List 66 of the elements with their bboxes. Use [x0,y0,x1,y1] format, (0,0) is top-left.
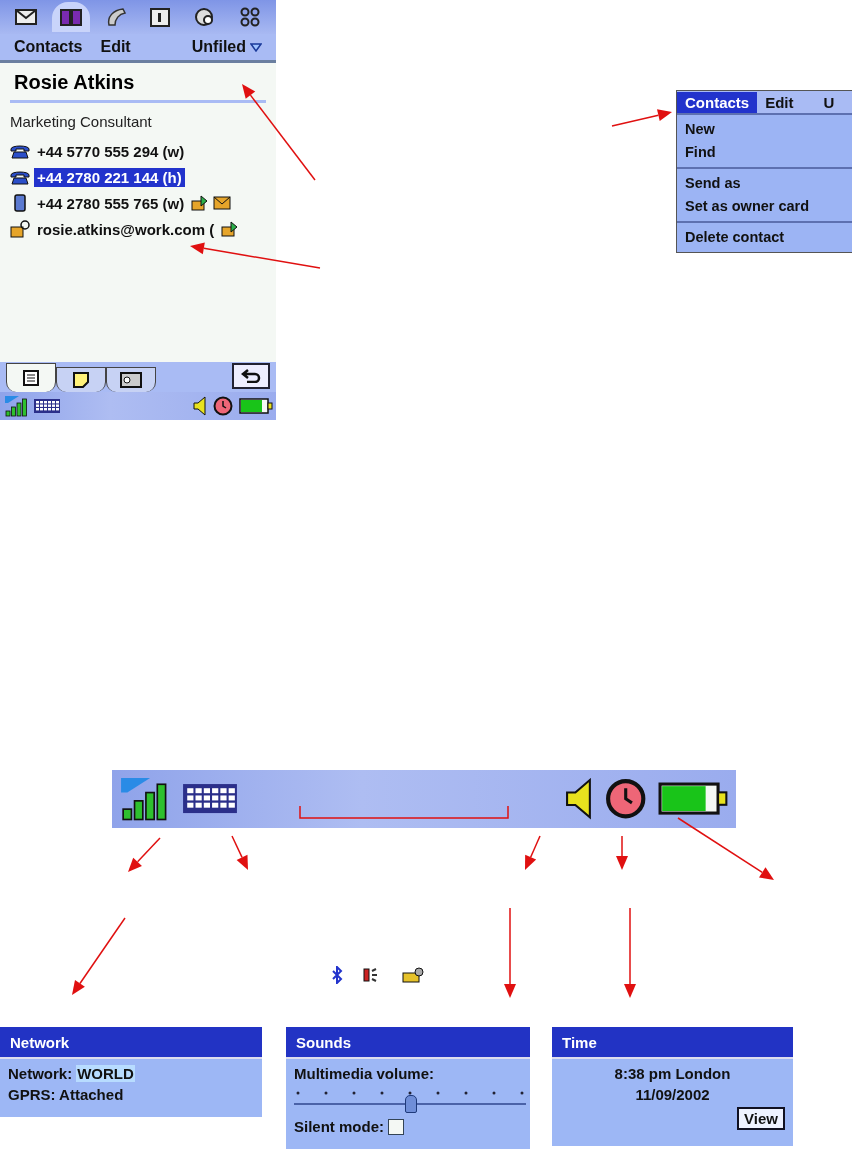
clock-icon [605,778,647,820]
view-tab[interactable] [56,367,106,392]
contact-detail[interactable]: +44 2780 221 144 (h) [34,167,185,187]
arrow [611,109,672,127]
envelope-icon [15,9,38,25]
view-tab[interactable] [6,363,56,392]
app-tab[interactable] [52,2,90,32]
back-arrow-icon [241,369,261,383]
book-icon [60,8,82,26]
folder-dropdown[interactable]: Unfiled [191,38,262,56]
silent-mode-label: Silent mode: [294,1118,384,1135]
clock-icon [212,396,233,416]
menu-title[interactable]: U [815,91,843,113]
arrow [525,835,541,870]
signal-icon [3,395,28,417]
menu-item[interactable]: Set as owner card [685,195,845,218]
panel-title: Network [0,1027,262,1059]
menu-title[interactable]: Edit [757,91,802,113]
speaker-icon [193,396,208,416]
silent-mode-checkbox[interactable] [388,1118,404,1135]
card-icon [120,372,142,388]
network-value: WORLD [76,1065,135,1082]
send-icon [191,195,210,211]
signal-icon [119,776,169,822]
arrow [231,835,248,870]
telephone-icon [10,169,30,185]
calendar-icon [150,7,171,27]
menu-item[interactable]: Delete contact [685,226,845,249]
battery-icon [238,398,273,414]
bluetooth-icon [330,966,344,984]
menu-item[interactable]: Find [685,141,845,164]
arrow [616,835,628,870]
menu-item[interactable]: New [685,118,845,141]
contact-detail[interactable]: +44 5770 555 294 (w) [34,141,188,161]
date-text: 11/09/2002 [635,1086,710,1103]
view-tab[interactable] [106,367,156,392]
note-icon [73,372,89,388]
menu-item[interactable]: Contacts [14,38,83,56]
back-button[interactable] [232,363,270,389]
menu-item[interactable]: Send as [685,172,845,195]
network-label: Network: [8,1065,73,1082]
contact-name: Rosie Atkins [10,71,266,103]
job-title: Marketing Consultant [10,113,153,130]
menu-title[interactable]: Contacts [677,91,758,113]
panel-title: Time [552,1027,793,1059]
send-icon [221,221,240,237]
envelope-icon [213,196,232,210]
keyboard-icon [180,782,239,816]
caret-icon [250,42,262,52]
menu-item[interactable]: Edit [100,38,131,56]
contact-detail[interactable]: +44 2780 555 765 (w) [34,193,188,213]
volume-label: Multimedia volume: [294,1065,435,1082]
view-button[interactable]: View [737,1107,785,1130]
arrow [128,837,161,872]
panel-title: Sounds [286,1027,530,1059]
card-icon [402,967,424,983]
keyboard-icon [33,398,62,414]
grid-icon [239,7,260,27]
list-icon [23,370,39,386]
battery-icon [658,782,729,816]
telephone-icon [10,143,30,159]
gprs-status: GPRS: Attached [8,1086,124,1103]
speaker-icon [564,778,594,820]
slider-thumb[interactable] [405,1095,417,1113]
contact-detail[interactable]: rosie.atkins@work.com ( [34,219,218,239]
time-text: 8:38 pm London [614,1065,731,1082]
